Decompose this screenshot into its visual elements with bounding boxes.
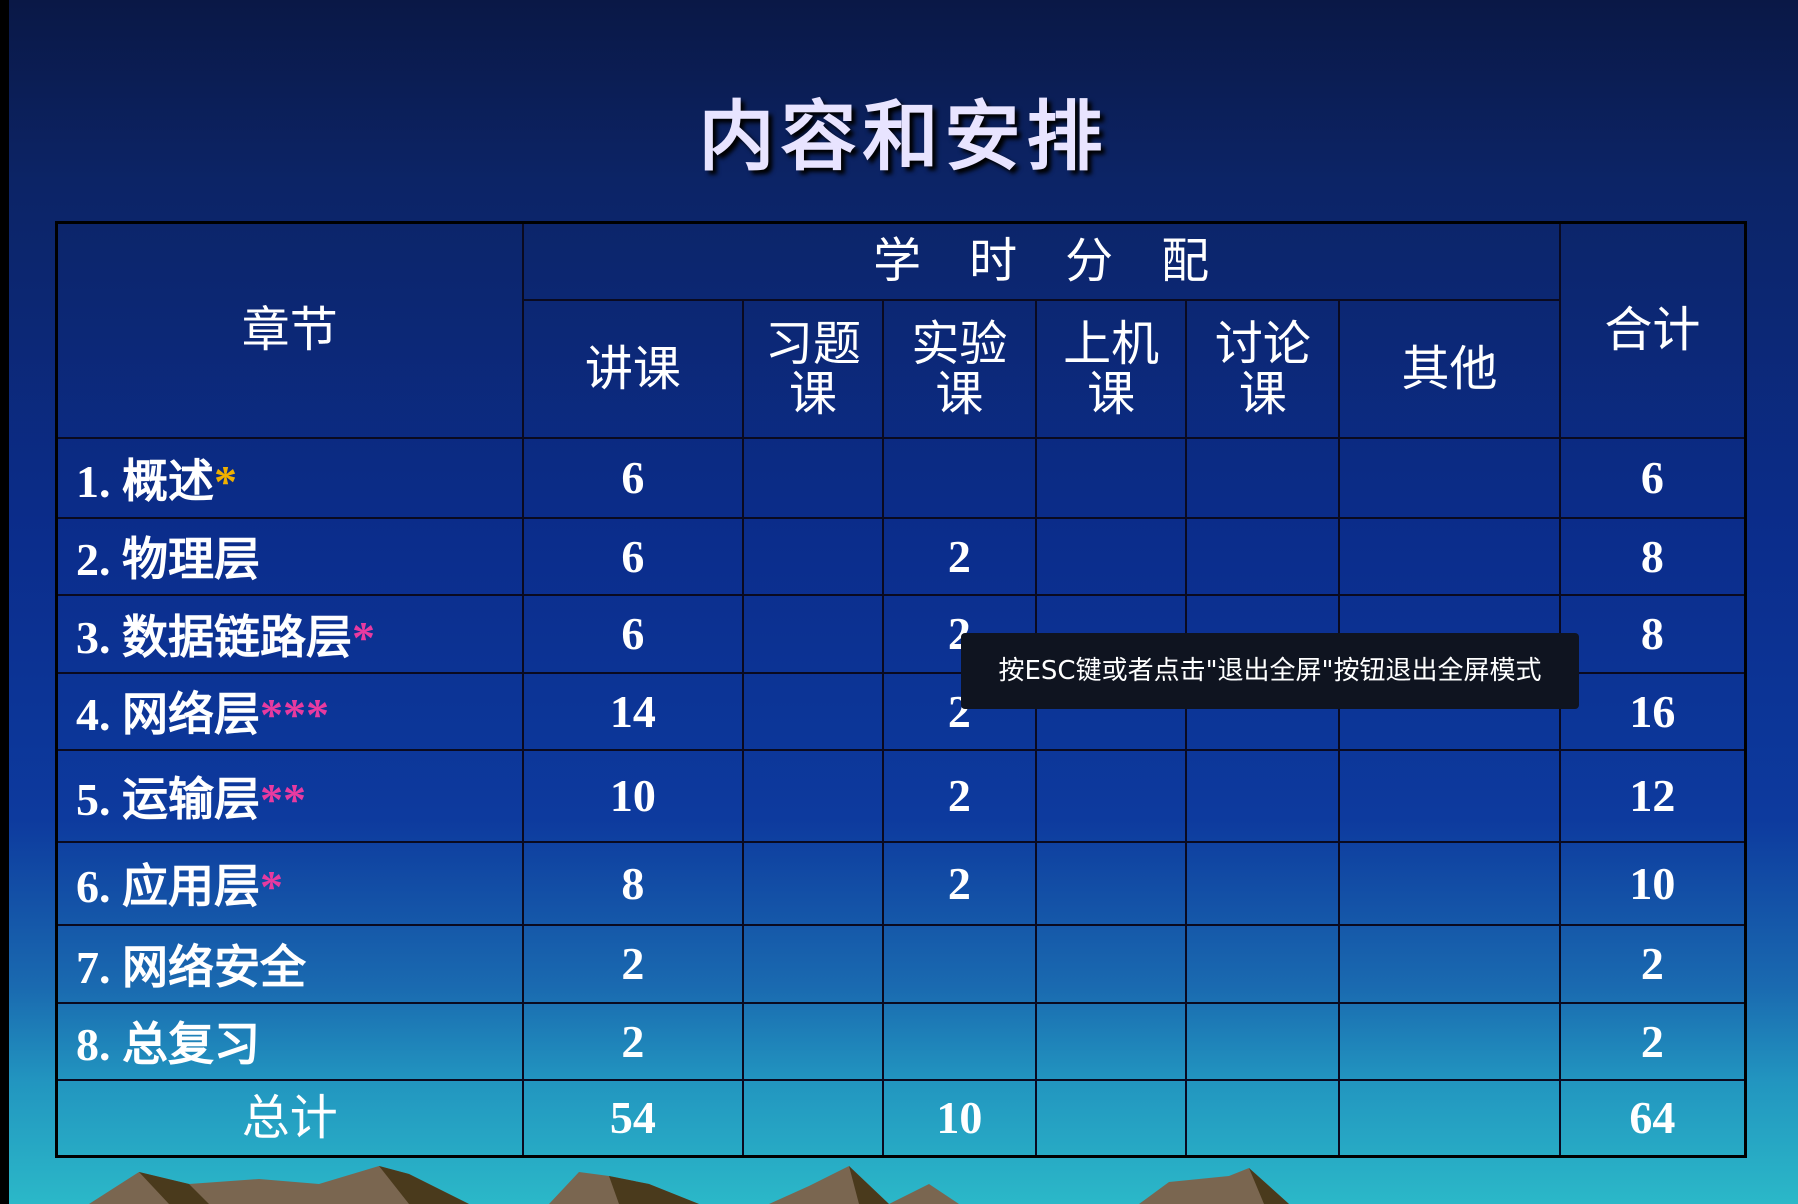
hours-cell (1185, 748, 1341, 843)
importance-stars: *** (260, 689, 329, 740)
row-total-cell: 2 (1558, 923, 1747, 1004)
hours-cell (1034, 748, 1188, 843)
importance-stars: * (352, 611, 375, 663)
hours-cell (1034, 840, 1188, 926)
header-col: 习题 课 (742, 298, 884, 439)
importance-stars: * (260, 861, 283, 912)
row-total-cell: 6 (1558, 436, 1747, 519)
hours-cell: 2 (521, 1001, 745, 1081)
hours-cell (1185, 436, 1341, 519)
hours-cell: 2 (521, 923, 745, 1004)
hours-cell (1338, 748, 1561, 843)
hours-cell (742, 671, 884, 751)
chapter-name: 6. 应用层 (76, 861, 260, 912)
hours-cell (1185, 840, 1341, 926)
grand-total-cell: 64 (1558, 1078, 1747, 1158)
table-row: 5. 运输层** 10 2 12 (55, 748, 1747, 843)
hours-cell (742, 748, 884, 843)
chapter-cell: 5. 运输层** (55, 748, 524, 843)
hours-cell (1338, 436, 1561, 519)
hours-cell (1034, 923, 1188, 1004)
hours-cell (742, 516, 884, 596)
chapter-cell: 8. 总复习 (55, 1001, 524, 1081)
total-hours-cell (1034, 1078, 1188, 1158)
total-hours-cell (1185, 1078, 1341, 1158)
chapter-name: 5. 运输层 (76, 773, 260, 825)
fullscreen-exit-tooltip: 按ESC键或者点击"退出全屏"按钮退出全屏模式 (961, 633, 1579, 709)
table-row: 7. 网络安全 2 2 (55, 923, 1747, 1004)
hours-cell (881, 923, 1037, 1004)
row-total-cell: 16 (1558, 671, 1747, 751)
hours-cell: 2 (881, 840, 1037, 926)
table-row: 8. 总复习 2 2 (55, 1001, 1747, 1081)
chapter-name: 1. 概述 (76, 455, 214, 507)
header-col: 其他 (1338, 298, 1561, 439)
chapter-cell: 1. 概述* (55, 436, 524, 519)
hours-cell: 10 (521, 748, 745, 843)
hours-cell (1338, 923, 1561, 1004)
hours-cell: 8 (521, 840, 745, 926)
row-total-cell: 8 (1558, 593, 1747, 674)
hours-cell (1185, 923, 1341, 1004)
hours-cell (742, 593, 884, 674)
chapter-cell: 4. 网络层*** (55, 671, 524, 751)
hours-cell (742, 1001, 884, 1081)
hours-cell (742, 436, 884, 519)
slide-title: 内容和安排 (698, 92, 1109, 181)
hours-cell: 2 (881, 516, 1037, 596)
mountains-decoration (89, 1166, 1289, 1204)
header-col: 讲课 (521, 298, 745, 439)
hours-cell: 6 (521, 436, 745, 519)
total-hours-cell (742, 1078, 884, 1158)
hours-cell (1034, 1001, 1188, 1081)
chapter-cell: 7. 网络安全 (55, 923, 524, 1004)
hours-cell (742, 923, 884, 1004)
chapter-name: 2. 物理层 (76, 534, 260, 585)
header-total: 合计 (1558, 221, 1747, 439)
header-chapter: 章节 (55, 221, 524, 439)
hours-cell (1034, 516, 1188, 596)
header-col: 讨论 课 (1185, 298, 1341, 439)
total-row: 总计 54 10 64 (55, 1078, 1747, 1158)
hours-cell: 2 (881, 748, 1037, 843)
table-row: 1. 概述* 6 6 (55, 436, 1747, 519)
hours-cell: 6 (521, 593, 745, 674)
hours-cell (881, 1001, 1037, 1081)
hours-cell (1338, 1001, 1561, 1081)
hours-cell (1338, 516, 1561, 596)
hours-cell: 6 (521, 516, 745, 596)
chapter-cell: 6. 应用层* (55, 840, 524, 926)
header-allocation: 学 时 分 配 (521, 221, 1561, 301)
hours-cell (1338, 840, 1561, 926)
hours-cell (881, 436, 1037, 519)
importance-stars: * (214, 455, 237, 507)
total-label: 总计 (55, 1078, 524, 1158)
header-col: 实验 课 (881, 298, 1037, 439)
row-total-cell: 12 (1558, 748, 1747, 843)
table-row: 2. 物理层 6 2 8 (55, 516, 1747, 596)
total-hours-cell: 10 (881, 1078, 1037, 1158)
chapter-name: 4. 网络层 (76, 689, 260, 740)
hours-cell (1185, 516, 1341, 596)
hours-cell (1185, 1001, 1341, 1081)
total-hours-cell (1338, 1078, 1561, 1158)
hours-cell (742, 840, 884, 926)
chapter-name: 7. 网络安全 (76, 941, 306, 993)
chapter-cell: 3. 数据链路层* (55, 593, 524, 674)
slide: 内容和安排 章节 学 时 分 配 合计 讲课 习题 课实验 课上机 课讨论 课其他… (9, 0, 1798, 1204)
table-row: 6. 应用层* 8 2 10 (55, 840, 1747, 926)
total-hours-cell: 54 (521, 1078, 745, 1158)
row-total-cell: 2 (1558, 1001, 1747, 1081)
importance-stars: ** (260, 773, 306, 825)
chapter-name: 3. 数据链路层 (76, 611, 352, 663)
hours-cell (1034, 436, 1188, 519)
hours-cell: 14 (521, 671, 745, 751)
chapter-cell: 2. 物理层 (55, 516, 524, 596)
row-total-cell: 10 (1558, 840, 1747, 926)
header-col: 上机 课 (1034, 298, 1188, 439)
row-total-cell: 8 (1558, 516, 1747, 596)
chapter-name: 8. 总复习 (76, 1019, 260, 1070)
